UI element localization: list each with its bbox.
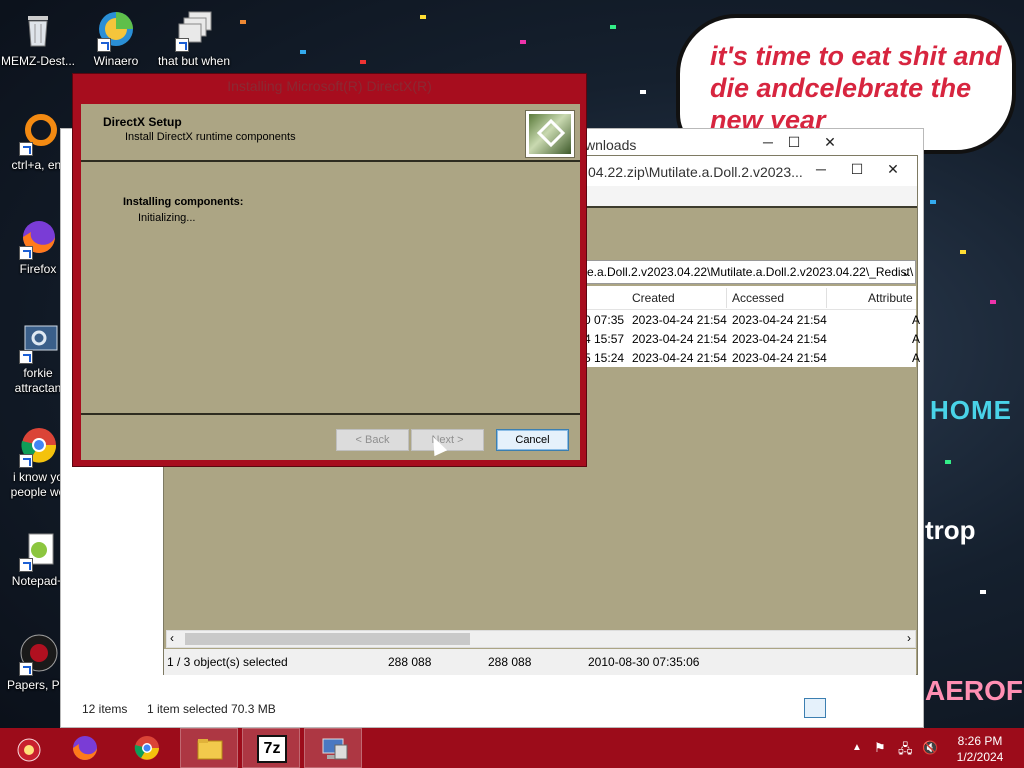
details-view-icon[interactable] [804, 698, 826, 718]
notepad-plus-plus-icon [17, 528, 59, 572]
start-orb-icon [17, 738, 41, 762]
desktop-icon-that-but-when[interactable]: that but when [156, 8, 232, 69]
shortcut-arrow-icon [175, 38, 189, 52]
scroll-right-icon[interactable]: › [907, 631, 911, 645]
shortcut-arrow-icon [19, 558, 33, 572]
desktop-icon-label: MEMZ-Dest... [1, 54, 75, 68]
ring-icon [17, 112, 59, 156]
recycle-bin-icon [17, 8, 59, 50]
7zip-status-selected: 1 / 3 object(s) selected [167, 655, 288, 669]
wallpaper-sign-aero: AEROFOS [925, 675, 1024, 706]
shortcut-arrow-icon [19, 142, 33, 156]
setup-computer-icon [322, 738, 348, 760]
explorer-close-button[interactable]: ✕ [813, 129, 847, 157]
clock-time: 8:26 PM [957, 734, 1003, 748]
column-header-attributes[interactable]: Attribute [868, 291, 913, 305]
7zip-status-packed: 288 088 [488, 655, 532, 669]
explorer-title: wnloads [585, 137, 637, 153]
firefox-icon [73, 736, 97, 760]
show-hidden-icons-chevron-icon[interactable]: ▲ [852, 742, 862, 753]
network-icon[interactable]: 🖧 [898, 740, 913, 762]
wallpaper-sign-home: HOME [930, 395, 1012, 425]
explorer-maximize-button[interactable]: ☐ [777, 129, 811, 157]
shortcut-arrow-icon [19, 454, 33, 468]
shortcut-arrow-icon [97, 38, 111, 52]
7zip-status-modified: 2010-08-30 07:35:06 [588, 655, 700, 669]
7zip-minimize-button[interactable]: ─ [804, 156, 838, 184]
desktop-icon-winaero[interactable]: Winaero [78, 8, 154, 69]
cancel-button[interactable]: Cancel [496, 429, 569, 451]
speech-bubble-text: it's time to eat shit and die andcelebra… [710, 41, 1002, 135]
directx-setup-dialog[interactable]: Installing Microsoft(R) DirectX(R) Direc… [72, 73, 587, 467]
7zip-address-text: e.a.Doll.2.v2023.04.22\Mutilate.a.Doll.2… [587, 265, 914, 279]
column-header-created[interactable]: Created [632, 291, 675, 305]
column-header-accessed[interactable]: Accessed [732, 291, 784, 305]
dialog-header: DirectX Setup Install DirectX runtime co… [81, 104, 580, 162]
scroll-left-icon[interactable]: ‹ [170, 631, 174, 645]
7zip-horizontal-scrollbar[interactable]: ‹ › [166, 630, 916, 648]
chrome-icon [17, 424, 59, 468]
7zip-maximize-button[interactable]: ☐ [840, 156, 874, 184]
action-center-flag-icon[interactable]: ⚑ [874, 740, 886, 756]
taskbar-directx-setup[interactable] [304, 728, 362, 768]
shortcut-arrow-icon [19, 246, 33, 260]
taskbar-firefox[interactable] [56, 728, 114, 768]
7zip-close-button[interactable]: ✕ [876, 156, 910, 184]
taskbar: 7z ▲ ⚑ 🖧 🔇 8:26 PM 1/2/2024 [0, 728, 1024, 768]
chrome-icon [134, 736, 159, 760]
start-button[interactable] [0, 728, 58, 768]
shortcut-arrow-icon [19, 662, 33, 676]
7zip-status-size: 288 088 [388, 655, 432, 669]
explorer-status-selected: 1 item selected 70.3 MB [147, 702, 276, 716]
desktop-icon-label: Notepad+ [11, 574, 65, 588]
wallpaper-sign-trop: trop [925, 515, 976, 545]
7zip-icon: 7z [257, 735, 287, 763]
dialog-header-title: DirectX Setup [103, 115, 182, 129]
folder-icon [197, 739, 223, 760]
taskbar-chrome[interactable] [118, 728, 176, 768]
desktop-icon-label: Winaero [93, 54, 139, 68]
taskbar-clock[interactable]: 8:26 PM 1/2/2024 [940, 733, 1020, 765]
winaero-icon [95, 8, 137, 52]
dialog-divider [81, 413, 580, 415]
chevron-down-icon[interactable]: ⌄ [901, 261, 911, 283]
desktop-icon-label: ctrl+a, ent [11, 158, 65, 172]
firefox-icon [17, 216, 59, 260]
taskbar-7zip[interactable]: 7z [242, 728, 300, 768]
clock-date: 1/2/2024 [956, 750, 1004, 764]
shortcut-arrow-icon [19, 350, 33, 364]
back-button[interactable]: < Back [336, 429, 409, 451]
papers-please-icon [17, 632, 59, 676]
volume-muted-icon[interactable]: 🔇 [922, 740, 938, 756]
directx-logo-icon [525, 110, 575, 158]
scrollbar-thumb[interactable] [185, 633, 470, 645]
7zip-status-bar: 1 / 3 object(s) selected 288 088 288 088… [164, 649, 916, 675]
large-icons-view-icon[interactable] [828, 698, 848, 718]
dialog-title: Installing Microsoft(R) DirectX(R) [227, 78, 432, 94]
explorer-status-items: 12 items [82, 702, 128, 716]
dialog-client-area: DirectX Setup Install DirectX runtime co… [81, 104, 580, 460]
desktop-icon-memz[interactable]: MEMZ-Dest... [0, 8, 76, 69]
7zip-title: 04.22.zip\Mutilate.a.Doll.2.v2023... [588, 164, 803, 180]
desktop-icon-label: i know yo people we [10, 470, 66, 499]
desktop-icon-label: that but when [157, 54, 231, 68]
settings-monitor-icon [17, 320, 59, 364]
desktop-icon-label: Firefox [19, 262, 57, 276]
taskbar-file-explorer[interactable] [180, 728, 238, 768]
desktop-icon-label: forkie attractan [14, 366, 62, 395]
dialog-header-subtitle: Install DirectX runtime components [125, 131, 296, 143]
windows-stack-icon [173, 8, 215, 52]
next-button[interactable]: Next > [411, 429, 484, 451]
installing-components-label: Installing components: [123, 196, 244, 208]
install-status-text: Initializing... [138, 212, 196, 224]
